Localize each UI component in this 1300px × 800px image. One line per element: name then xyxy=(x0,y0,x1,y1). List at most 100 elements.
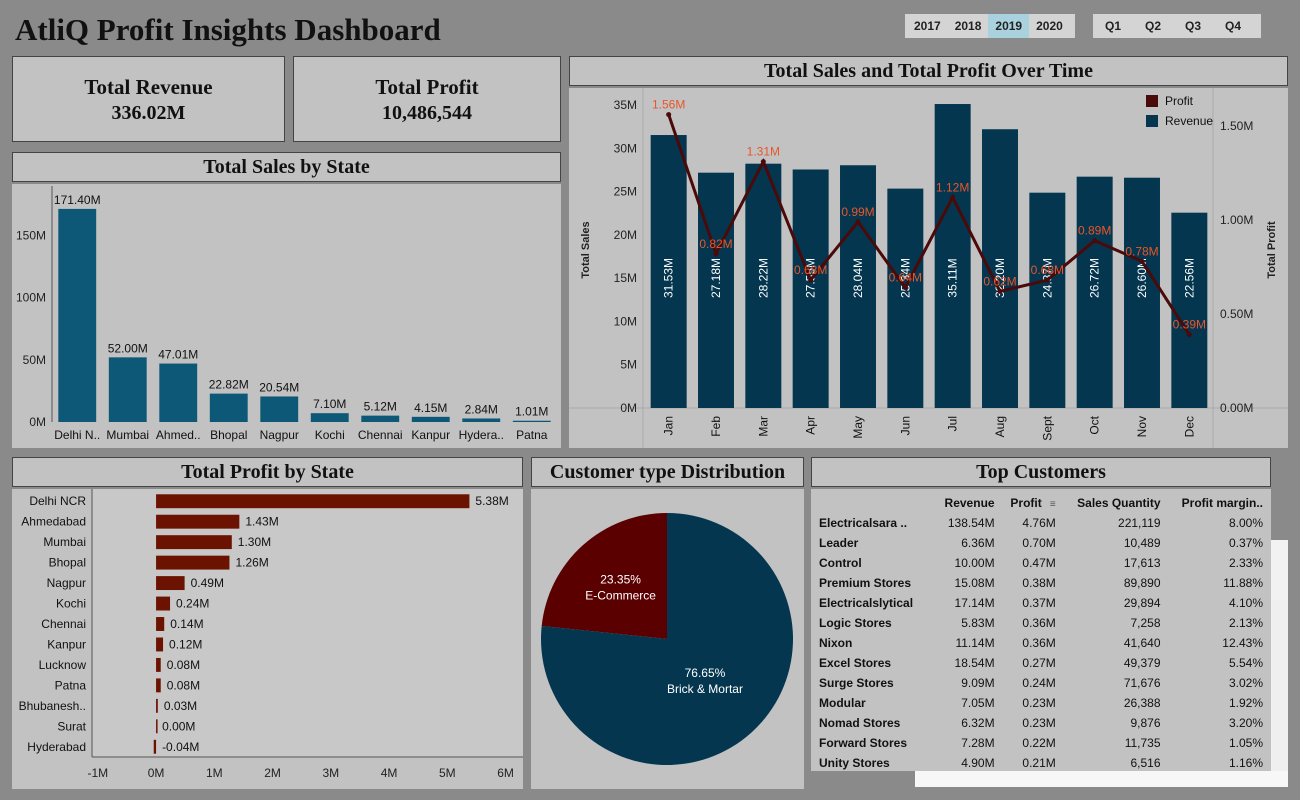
table-cell: 4.76M xyxy=(1022,516,1056,530)
quarter-option-q2[interactable]: Q2 xyxy=(1133,14,1173,38)
x-tick-label: 5M xyxy=(439,766,456,780)
customer-name: Leader xyxy=(819,536,859,550)
table-cell: 0.37M xyxy=(1022,596,1056,610)
y-tick-label: Surat xyxy=(57,719,86,733)
quarter-option-q3[interactable]: Q3 xyxy=(1173,14,1213,38)
table-cell: 8.00% xyxy=(1228,516,1263,530)
quarter-option-q1[interactable]: Q1 xyxy=(1093,14,1133,38)
table-cell: 3.20% xyxy=(1228,716,1263,730)
year-option-2018[interactable]: 2018 xyxy=(948,14,989,38)
bar xyxy=(209,393,248,422)
x-tick-label: Nov xyxy=(1135,416,1149,437)
profit-bar xyxy=(156,617,165,631)
table-horizontal-scrollbar[interactable] xyxy=(915,771,1288,787)
profit-bar xyxy=(156,535,232,550)
sort-descending-icon[interactable]: ≡ xyxy=(1046,499,1056,510)
table-row[interactable]: Surge Stores 9.09M 0.24M 71,676 3.02% xyxy=(815,673,1267,693)
table-row[interactable]: Forward Stores 7.28M 0.22M 11,735 1.05% xyxy=(815,733,1267,753)
table-cell: 138.54M xyxy=(947,516,995,530)
column-header[interactable]: Sales Quantity xyxy=(1060,493,1165,513)
year-option-2020[interactable]: 2020 xyxy=(1029,14,1070,38)
pie-slice-label: Brick & Mortar xyxy=(667,682,743,696)
table-row[interactable]: Logic Stores 5.83M 0.36M 7,258 2.13% xyxy=(815,613,1267,633)
table-cell: 0.27M xyxy=(1022,656,1056,670)
top-customers-panel: Revenue Profit ≡ Sales Quantity Profit margi… xyxy=(811,489,1271,771)
table-row[interactable]: Premium Stores 15.08M 0.38M 89,890 11.88% xyxy=(815,573,1267,593)
profit-point xyxy=(808,277,814,283)
profit-bar xyxy=(156,678,161,693)
table-cell: 12.43% xyxy=(1222,636,1263,650)
customer-name: Excel Stores xyxy=(819,656,892,670)
table-cell: 1.16% xyxy=(1228,756,1263,770)
table-row[interactable]: Electricalslytical 17.14M 0.37M 29,894 4.10% xyxy=(815,593,1267,613)
revenue-data-label: 22.56M xyxy=(1182,258,1196,298)
column-header[interactable]: Profit margin.. xyxy=(1165,493,1267,513)
column-header-label: Revenue xyxy=(944,496,995,510)
table-row[interactable]: Leader 6.36M 0.70M 10,489 0.37% xyxy=(815,533,1267,553)
column-header[interactable]: Revenue xyxy=(932,493,999,513)
y2-tick-label: 1.50M xyxy=(1220,119,1253,133)
table-cell: 0.36M xyxy=(1022,616,1056,630)
profit-bar xyxy=(156,637,164,652)
table-cell: 0.23M xyxy=(1022,696,1056,710)
table-row[interactable]: Nixon 11.14M 0.36M 41,640 12.43% xyxy=(815,633,1267,653)
x-tick-label: Kochi xyxy=(315,428,345,442)
column-header[interactable]: Profit ≡ xyxy=(999,493,1060,513)
y-tick-label: 5M xyxy=(620,358,637,372)
total-revenue-value: 336.02M xyxy=(111,102,186,124)
year-option-2019[interactable]: 2019 xyxy=(988,14,1030,38)
top-customers-title: Top Customers xyxy=(811,457,1271,487)
revenue-data-label: 31.53M xyxy=(662,258,676,298)
profit-data-label: 0.68M xyxy=(794,263,827,277)
x-tick-label: 3M xyxy=(322,766,339,780)
table-scrollbar-track[interactable] xyxy=(1271,600,1288,772)
table-cell: 41,640 xyxy=(1123,636,1161,650)
profit-bar xyxy=(156,596,171,611)
table-cell: 221,119 xyxy=(1118,516,1161,530)
profit-point xyxy=(855,219,861,225)
customer-name: Nomad Stores xyxy=(819,716,901,730)
table-cell: 6,516 xyxy=(1130,756,1161,770)
table-row[interactable]: Unity Stores 4.90M 0.21M 6,516 1.16% xyxy=(815,753,1267,773)
table-cell: 26,388 xyxy=(1123,696,1161,710)
year-option-2017[interactable]: 2017 xyxy=(907,14,948,38)
table-cell: 7.28M xyxy=(961,736,995,750)
table-cell: 5.83M xyxy=(961,616,995,630)
table-cell: 2.13% xyxy=(1228,616,1263,630)
x-tick-label: Jan xyxy=(662,416,676,435)
sales-by-state-panel: 0M 50M 100M 150M 171.40M Delhi N.. 52.00M Mumba… xyxy=(12,184,561,448)
table-row[interactable]: Excel Stores 18.54M 0.27M 49,379 5.54% xyxy=(815,653,1267,673)
x-tick-label: Chennai xyxy=(358,428,403,442)
column-header[interactable] xyxy=(815,493,932,513)
x-tick-label: Kanpur xyxy=(411,428,450,442)
table-cell: 4.90M xyxy=(961,756,995,770)
table-scrollbar-thumb[interactable] xyxy=(1271,540,1288,600)
bar xyxy=(260,396,299,422)
quarter-filter[interactable]: Q1 Q2 Q3 Q4 xyxy=(1093,14,1261,38)
data-label: 22.82M xyxy=(209,378,249,392)
table-row[interactable]: Control 10.00M 0.47M 17,613 2.33% xyxy=(815,553,1267,573)
profit-data-label: 0.78M xyxy=(1125,244,1158,258)
quarter-option-q4[interactable]: Q4 xyxy=(1213,14,1253,38)
y-tick-label: Patna xyxy=(55,678,87,692)
profit-data-label: 0.89M xyxy=(1078,224,1111,238)
y2-tick-label: 0.50M xyxy=(1220,307,1253,321)
profit-point xyxy=(1044,277,1050,283)
table-cell: 0.47M xyxy=(1022,556,1056,570)
table-row[interactable]: Nomad Stores 6.32M 0.23M 9,876 3.20% xyxy=(815,713,1267,733)
profit-data-label: 1.12M xyxy=(936,180,969,194)
x-tick-label: Jun xyxy=(898,416,912,435)
profit-bar xyxy=(156,576,185,591)
revenue-data-label: 27.18M xyxy=(709,258,723,298)
y-tick-label: Bhopal xyxy=(49,556,86,570)
y-tick-label: Ahmedabad xyxy=(21,515,86,529)
bar xyxy=(462,418,501,422)
total-revenue-card: Total Revenue 336.02M xyxy=(12,56,285,142)
profit-point xyxy=(902,285,908,291)
year-filter[interactable]: 2017 2018 2019 2020 xyxy=(905,14,1075,38)
profit-data-label: 0.68M xyxy=(1031,263,1064,277)
table-row[interactable]: Modular 7.05M 0.23M 26,388 1.92% xyxy=(815,693,1267,713)
table-row[interactable]: Electricalsara .. 138.54M 4.76M 221,119 8.00… xyxy=(815,513,1267,533)
data-label: 0.08M xyxy=(167,678,200,692)
table-cell: 9,876 xyxy=(1130,716,1161,730)
